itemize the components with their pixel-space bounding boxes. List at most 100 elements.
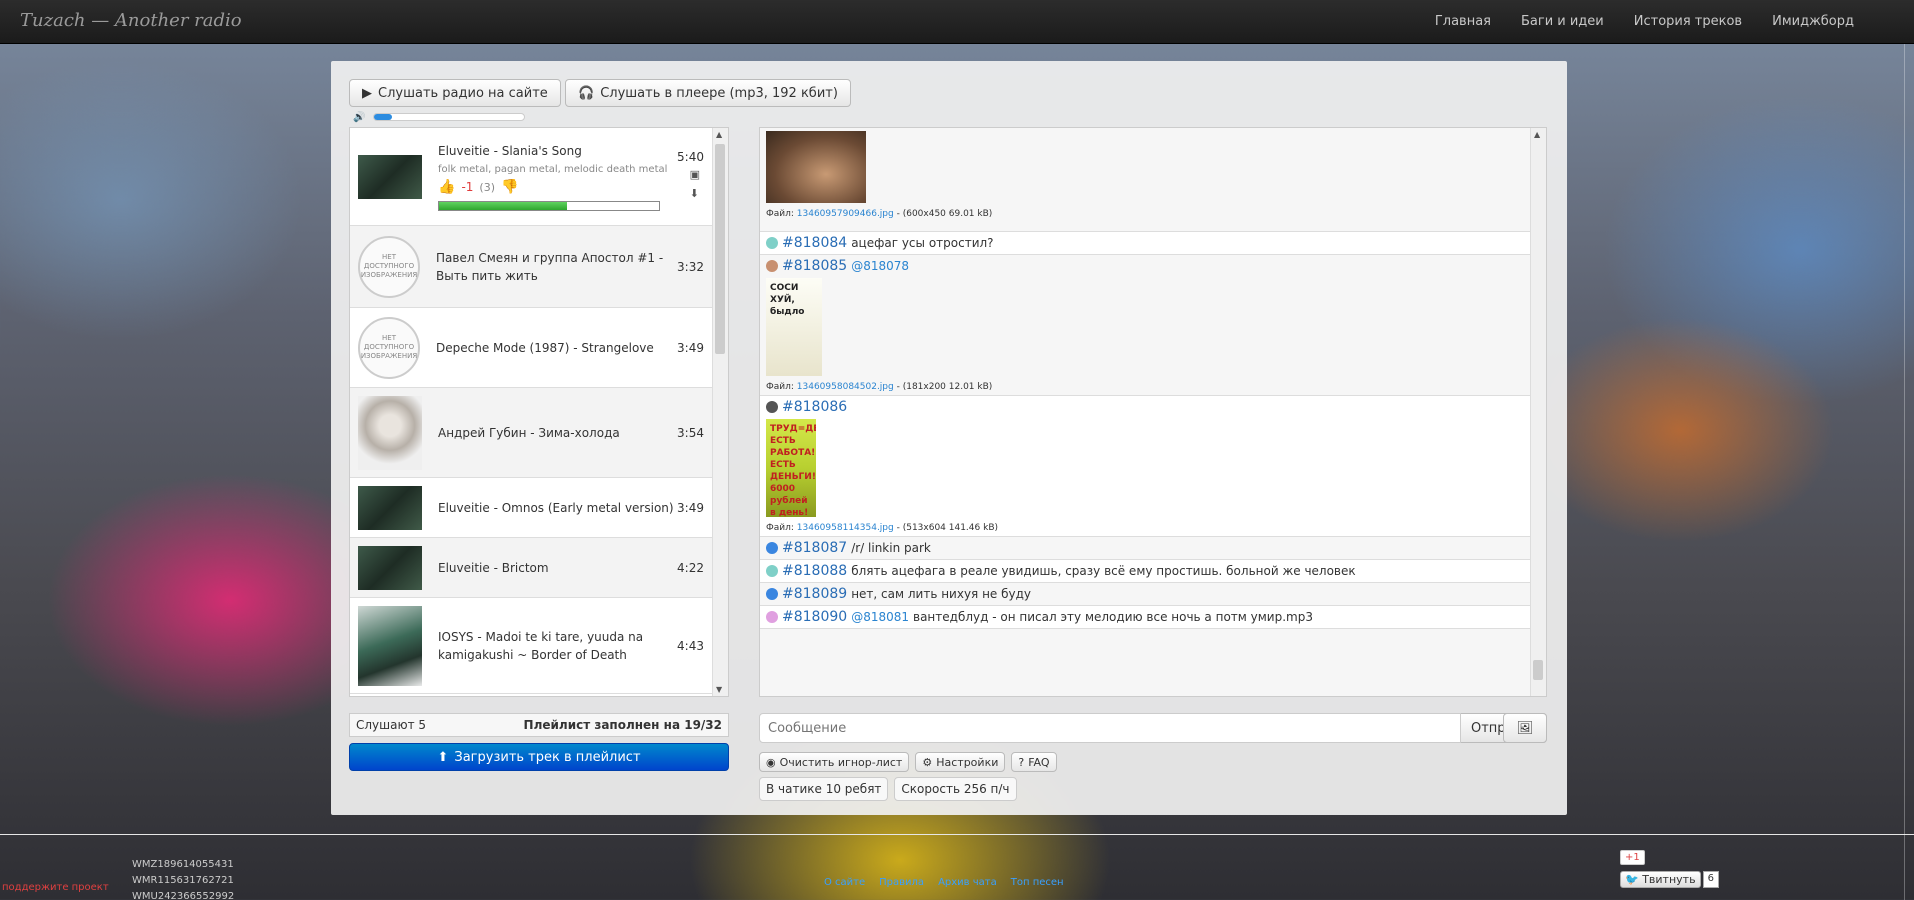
footer-links: О сайте Правила Архив чата Топ песен [824, 877, 1064, 888]
post-id[interactable]: #818087 [782, 540, 847, 556]
scroll-up-icon[interactable]: ▲ [716, 130, 722, 139]
track-title: Eluveitie - Slania's Song [438, 144, 582, 158]
post-image[interactable]: ТРУД=ДЕНЬГИ! ЕСТЬ РАБОТА! ЕСТЬ ДЕНЬГИ! 6… [766, 419, 816, 517]
thumbs-down-icon[interactable]: 👎 [501, 179, 518, 195]
post-text: вантедблуд - он писал эту мелодию все но… [913, 610, 1313, 624]
top-navbar: Tuzach — Another radio Главная Баги и ид… [0, 0, 1914, 44]
file-link[interactable]: 13460958084502.jpg [797, 382, 894, 392]
volume-slider[interactable] [373, 113, 525, 121]
avatar [766, 401, 778, 413]
post-id[interactable]: #818089 [782, 586, 847, 602]
upload-track-button[interactable]: ⬆ Загрузить трек в плейлист [349, 743, 729, 771]
chat-post: #818086 ТРУД=ДЕНЬГИ! ЕСТЬ РАБОТА! ЕСТЬ ДЕ… [760, 396, 1530, 537]
tweet-button[interactable]: 🐦 Твитнуть [1620, 871, 1701, 888]
chat-posts: #818084 ацефаг усы отростил? #818085 @81807… [760, 232, 1546, 629]
chat-post: #818090 @818081 вантедблуд - он писал эту … [760, 606, 1530, 629]
chat-post: #818089 нет, сам лить нихуя не буду [760, 583, 1530, 606]
chat-post: #818085 @818078 СОСИ ХУЙ, быдло Файл: 13460… [760, 255, 1530, 396]
clear-ignore-button[interactable]: ◉ Очистить игнор-лист [759, 752, 910, 772]
list-item[interactable]: Eluveitie - Omnos (Early metal version) 3… [350, 478, 712, 538]
download-icon[interactable]: ⬇ [690, 187, 700, 200]
post-image[interactable]: СОСИ ХУЙ, быдло [766, 278, 822, 376]
list-item[interactable]: НЕТ ДОСТУПНОГО ИЗОБРАЖЕНИЯ Depeche Mode (… [350, 308, 712, 388]
footer-about[interactable]: О сайте [824, 877, 865, 888]
cover-image [358, 545, 422, 590]
twitter-icon: 🐦 [1625, 873, 1643, 886]
playlist-scrollbar[interactable]: ▲ ▼ [712, 128, 728, 696]
now-playing-track: Eluveitie - Slania's Song folk metal, pa… [350, 128, 712, 226]
reply-link[interactable]: @818078 [851, 259, 909, 273]
track-progress [438, 201, 660, 211]
share-widgets: +1 🐦 Твитнуть 6 [1620, 849, 1719, 888]
track-duration: 3:32 [677, 259, 704, 274]
track-title: IOSYS - Madoi te ki tare, yuuda na kamig… [438, 629, 644, 662]
nav-bugs[interactable]: Баги и идеи [1521, 14, 1604, 29]
listeners-count: Слушают 5 [356, 718, 427, 732]
list-item[interactable]: Eluveitie - Brictom 4:22 [350, 538, 712, 598]
chat-users-badge: В чатике 10 ребят [759, 777, 889, 801]
gear-icon: ⚙ [922, 755, 933, 769]
chat-post: #818087/r/ linkin park [760, 537, 1530, 560]
sponsor-link[interactable]: поддержите проект [2, 882, 109, 893]
archive-icon[interactable]: ▣ [690, 168, 700, 181]
settings-button[interactable]: ⚙ Настройки [915, 752, 1006, 772]
image-icon: 🖼 [1516, 720, 1534, 736]
list-item[interactable]: Андрей Губин - Зима-холода 3:54 [350, 388, 712, 478]
nav-history[interactable]: История треков [1634, 14, 1742, 29]
thumbs-up-icon[interactable]: 👍 [438, 179, 455, 195]
nav-home[interactable]: Главная [1435, 14, 1491, 29]
listen-player-button[interactable]: 🎧 Слушать в плеере (mp3, 192 кбит) [565, 79, 851, 107]
cover-image [358, 154, 422, 199]
upload-icon: ⬆ [437, 749, 449, 765]
footer-rules[interactable]: Правила [879, 877, 924, 888]
votes: 👍 -1 (3) 👎 [438, 179, 674, 195]
file-link[interactable]: 13460957909466.jpg [797, 209, 894, 219]
list-item[interactable]: НЕТ ДОСТУПНОГО ИЗОБРАЖЕНИЯ Павел Смеян и … [350, 226, 712, 308]
scroll-up-icon[interactable]: ▲ [1534, 130, 1540, 139]
post-image[interactable] [766, 131, 866, 203]
chat-scrollbar[interactable]: ▲ [1530, 128, 1546, 696]
gplus-button[interactable]: +1 [1620, 850, 1645, 865]
tweet-count: 6 [1702, 871, 1719, 888]
attach-image-button[interactable]: 🖼 [1503, 713, 1547, 743]
listeners-bar: Слушают 5 Плейлист заполнен на 19/32 [349, 713, 729, 737]
chat-panel: Файл: 13460957909466.jpg - (600x450 69.0… [759, 127, 1547, 697]
post-id[interactable]: #818088 [782, 563, 847, 579]
site-brand[interactable]: Tuzach — Another radio [20, 10, 242, 31]
main-panel: ▶ Слушать радио на сайте 🎧 Слушать в пле… [331, 61, 1567, 815]
avatar [766, 542, 778, 554]
chat-stats: В чатике 10 ребят Скорость 256 п/ч [759, 777, 1017, 801]
volume-fill [374, 114, 392, 120]
post-id[interactable]: #818085 [782, 258, 847, 274]
list-item[interactable]: IOSYS - Madoi te ki tare, yuuda na kamig… [350, 598, 712, 694]
scroll-down-icon[interactable]: ▼ [716, 685, 722, 694]
nav-imageboard[interactable]: Имиджборд [1772, 14, 1854, 29]
track-title: Eluveitie - Omnos (Early metal version) [438, 500, 674, 515]
message-input[interactable] [759, 713, 1461, 743]
scroll-thumb[interactable] [1533, 660, 1543, 680]
file-link[interactable]: 13460958114354.jpg [797, 523, 894, 533]
track-progress-fill [439, 202, 567, 210]
reply-link[interactable]: @818081 [851, 610, 909, 624]
playlist-fill: Плейлист заполнен на 19/32 [523, 718, 722, 732]
track-title: Павел Смеян и группа Апостол #1 - Выть п… [436, 250, 664, 283]
footer-archive[interactable]: Архив чата [938, 877, 997, 888]
wallets: WMZ189614055431 WMR115631762721 WMU24236… [132, 859, 235, 900]
page-scrollbar[interactable] [1904, 44, 1914, 900]
avatar [766, 237, 778, 249]
message-row: Отправить [759, 713, 1547, 743]
footer-top[interactable]: Топ песен [1011, 877, 1064, 888]
chat-speed-badge: Скорость 256 п/ч [894, 777, 1017, 801]
scroll-thumb[interactable] [715, 144, 725, 354]
post-text: ацефаг усы отростил? [851, 236, 994, 250]
nav-links: Главная Баги и идеи История треков Имидж… [1435, 14, 1854, 29]
post-id[interactable]: #818084 [782, 235, 847, 251]
faq-button[interactable]: ? FAQ [1011, 752, 1057, 772]
post-id[interactable]: #818090 [782, 609, 847, 625]
chat-tools: ◉ Очистить игнор-лист ⚙ Настройки ? FAQ [759, 752, 1057, 772]
track-tags: folk metal, pagan metal, melodic death m… [438, 164, 668, 175]
playlist: Eluveitie - Slania's Song folk metal, pa… [349, 127, 729, 697]
listen-site-button[interactable]: ▶ Слушать радио на сайте [349, 79, 561, 107]
post-id[interactable]: #818086 [782, 399, 847, 415]
track-duration: 3:54 [677, 425, 704, 440]
